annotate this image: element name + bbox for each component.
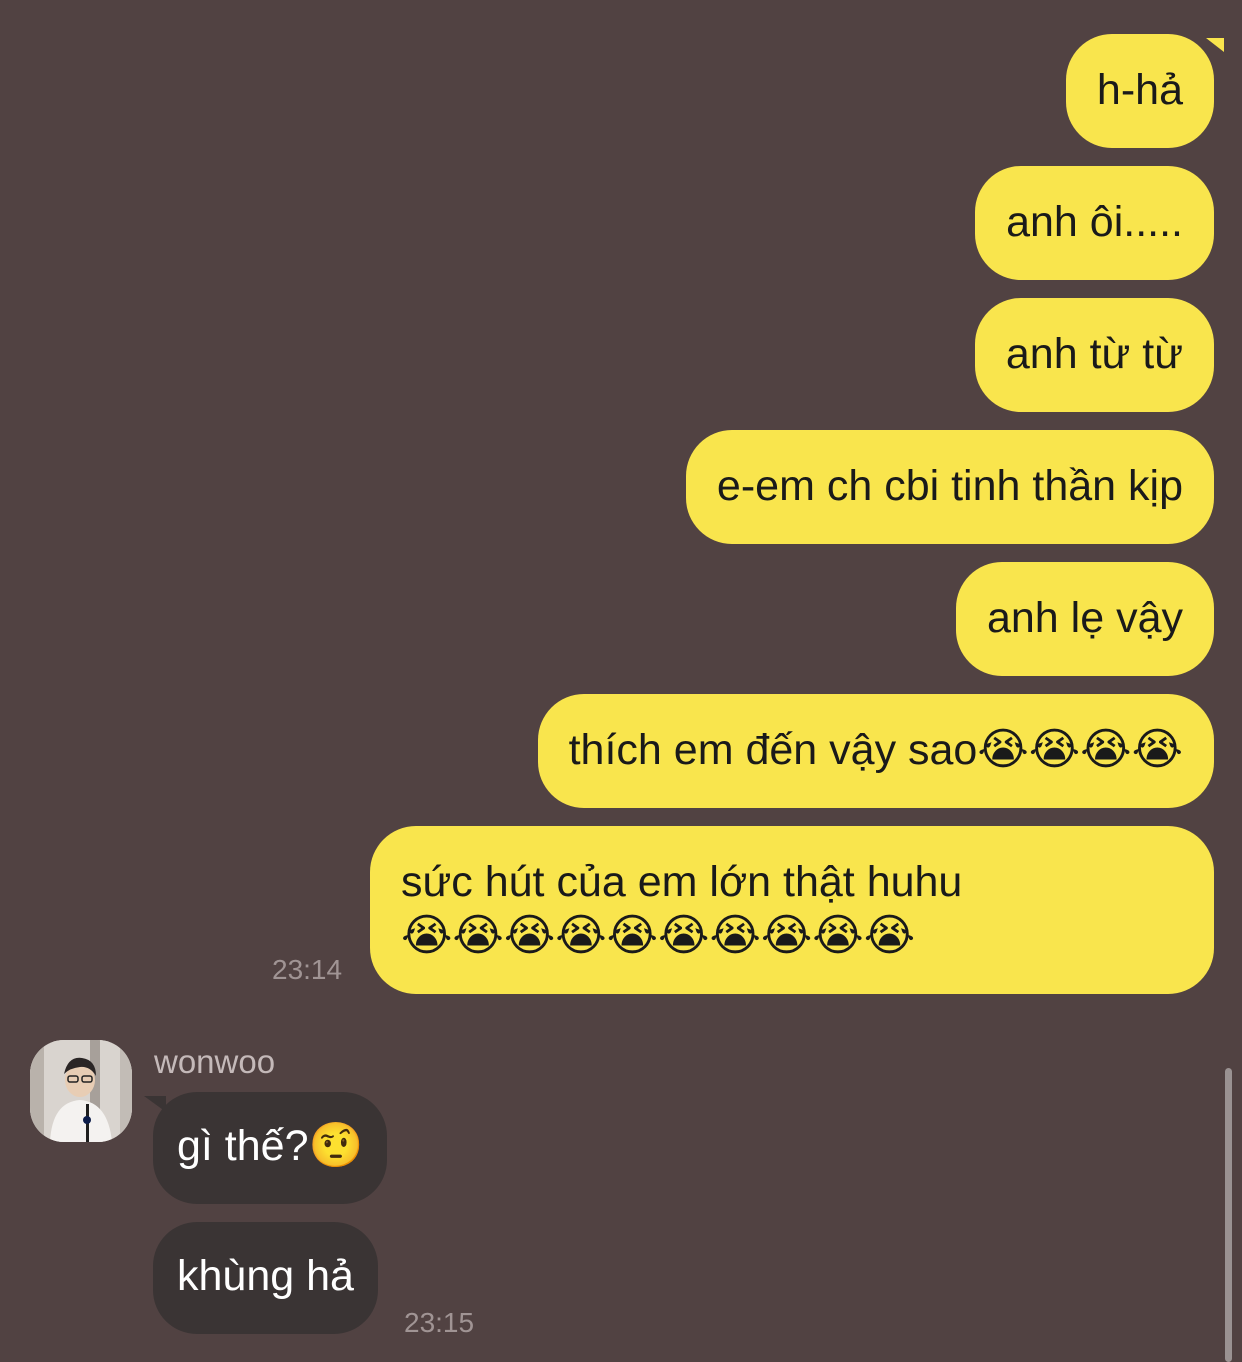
- outgoing-bubble-tail: [1206, 38, 1224, 52]
- crying-face-emoji-icon: 😭😭😭😭: [977, 724, 1183, 775]
- outgoing-message[interactable]: anh từ từ: [974, 298, 1214, 412]
- outgoing-message[interactable]: anh lẹ vậy: [955, 562, 1214, 676]
- message-timestamp: 23:14: [272, 954, 343, 985]
- raised-eyebrow-emoji-icon: 🤨: [308, 1120, 364, 1171]
- message-text: gì thế?: [177, 1122, 309, 1170]
- message-text: h-hả: [1096, 66, 1183, 114]
- chat-view: h-hả anh ôi..... anh từ từ e-em ch cbi t…: [0, 0, 1242, 1362]
- outgoing-message[interactable]: sức hút của em lớn thật huhu😭😭😭😭😭😭😭😭😭😭: [370, 826, 1214, 994]
- outgoing-message[interactable]: thích em đến vậy sao😭😭😭😭: [537, 694, 1214, 808]
- message-text: khùng hả: [177, 1252, 354, 1300]
- scrollbar[interactable]: [1225, 1068, 1232, 1362]
- outgoing-message[interactable]: anh ôi.....: [975, 166, 1214, 280]
- outgoing-message[interactable]: h-hả: [1065, 34, 1214, 148]
- profile-photo-icon: [30, 1040, 132, 1142]
- message-text: anh từ từ: [1005, 330, 1183, 378]
- message-text: sức hút của em lớn thật huhu: [401, 858, 963, 906]
- message-text: anh lẹ vậy: [986, 594, 1183, 642]
- message-text: e-em ch cbi tinh thần kịp: [716, 462, 1183, 510]
- sender-name: wonwoo: [154, 1043, 276, 1080]
- crying-face-emoji-icon: 😭😭😭😭😭😭😭😭😭😭: [401, 910, 916, 961]
- message-text: thích em đến vậy sao: [568, 726, 978, 774]
- outgoing-message[interactable]: e-em ch cbi tinh thần kịp: [685, 430, 1214, 544]
- message-text: anh ôi.....: [1006, 198, 1183, 246]
- incoming-message[interactable]: gì thế?🤨: [153, 1092, 388, 1204]
- incoming-message[interactable]: khùng hả: [153, 1222, 378, 1334]
- message-timestamp: 23:15: [404, 1307, 475, 1338]
- avatar[interactable]: [30, 1040, 132, 1142]
